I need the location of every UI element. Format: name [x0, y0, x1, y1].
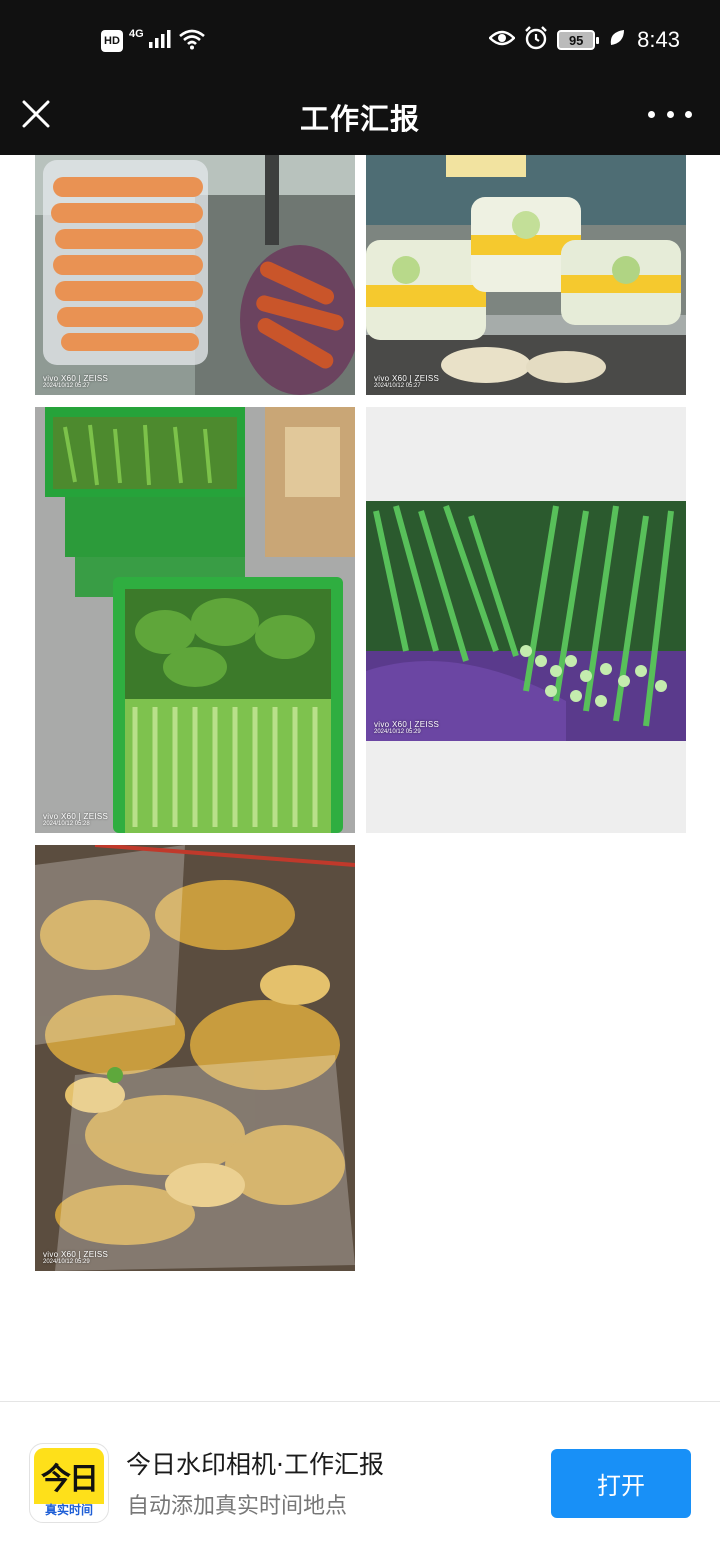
photo-carrots[interactable]: vivo X60 | ZEISS 2024/10/12 05:27 — [35, 155, 355, 395]
leaf-icon — [609, 29, 625, 51]
photo-ginger[interactable]: vivo X60 | ZEISS 2024/10/12 05:29 — [35, 845, 355, 1271]
app-icon[interactable]: 今日 真实时间 — [29, 1443, 109, 1523]
banner-title: 今日水印相机·工作汇报 — [126, 1450, 384, 1479]
screen: HD 4G 95 8:43 工作汇报 vivo X60 | ZEISS 2024… — [0, 0, 720, 1560]
photo-greens-crates[interactable]: vivo X60 | ZEISS 2024/10/12 05:28 — [35, 407, 355, 833]
clock: 8:43 — [637, 27, 680, 52]
photo-scallions[interactable]: vivo X60 | ZEISS 2024/10/12 05:29 — [366, 407, 686, 833]
more-menu-button[interactable] — [648, 106, 692, 122]
photo-watermark: vivo X60 | ZEISS 2024/10/12 05:28 — [43, 812, 109, 827]
status-bar: HD 4G 95 8:43 — [0, 0, 720, 84]
banner-subtitle: 自动添加真实时间地点 — [127, 1494, 348, 1519]
photo-watermark: vivo X60 | ZEISS 2024/10/12 05:29 — [43, 1250, 109, 1265]
alarm-icon — [523, 26, 549, 54]
app-promo-banner: 今日 真实时间 今日水印相机·工作汇报 自动添加真实时间地点 打开 — [0, 1401, 720, 1560]
wifi-icon — [178, 28, 206, 54]
page-title: 工作汇报 — [299, 102, 420, 136]
network-type-label: 4G — [129, 28, 144, 40]
photo-watermark: vivo X60 | ZEISS 2024/10/12 05:27 — [43, 374, 109, 389]
photo-watermark: vivo X60 | ZEISS 2024/10/12 05:29 — [374, 720, 440, 735]
photo-wrapped-vegetables[interactable]: vivo X60 | ZEISS 2024/10/12 05:27 — [366, 155, 686, 395]
open-app-button[interactable]: 打开 — [551, 1449, 691, 1518]
photo-watermark: vivo X60 | ZEISS 2024/10/12 05:27 — [374, 374, 440, 389]
status-right: 95 8:43 — [488, 26, 680, 54]
title-bar: 工作汇报 — [0, 84, 720, 155]
more-dots-icon — [648, 110, 655, 118]
battery-icon: 95 — [557, 30, 600, 50]
app-icon-caption: 真实时间 — [44, 1503, 93, 1517]
signal-icon — [148, 28, 172, 54]
photo-gallery: vivo X60 | ZEISS 2024/10/12 05:27 vivo X… — [0, 155, 720, 1400]
hd-icon: HD — [101, 30, 123, 52]
status-left: HD 4G — [101, 28, 206, 54]
app-logo: 今日 — [41, 1462, 99, 1497]
eye-icon — [488, 28, 516, 52]
